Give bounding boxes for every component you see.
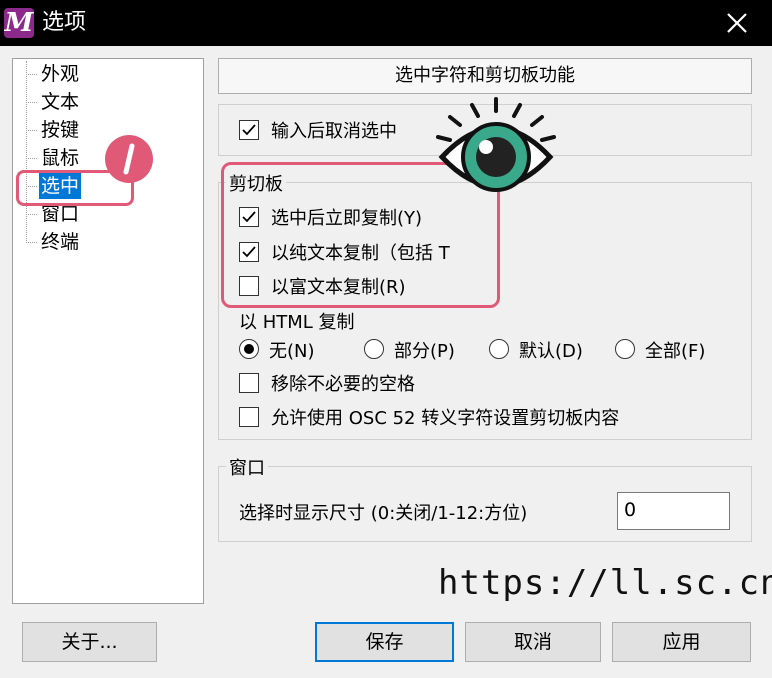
watermark-url: https://ll.sc.cn: [438, 563, 772, 603]
html-partial-radio[interactable]: [364, 339, 384, 359]
tree-connector: [26, 242, 37, 243]
remove-spaces-label: 移除不必要的空格: [271, 374, 415, 395]
window-group-label: 窗口: [226, 454, 268, 480]
html-copy-label: 以 HTML 复制: [239, 312, 355, 333]
tree-item-keys[interactable]: 按键: [39, 117, 81, 143]
pencil-badge-icon: [105, 135, 153, 183]
tree-connector: [26, 74, 37, 75]
title-bar: M 选项: [0, 0, 772, 46]
app-logo-icon: M: [4, 8, 34, 38]
deselect-after-input-checkbox[interactable]: [239, 120, 259, 140]
tree-item-text[interactable]: 文本: [39, 89, 81, 115]
html-none-label: 无(N): [269, 341, 315, 362]
tree-connector: [26, 102, 37, 103]
allow-osc52-checkbox[interactable]: [239, 407, 259, 427]
tree-item-mouse[interactable]: 鼠标: [39, 145, 81, 171]
about-button[interactable]: 关于...: [22, 622, 157, 662]
tree-connector: [26, 130, 37, 131]
tree-connector: [26, 158, 37, 159]
size-display-input[interactable]: 0: [617, 492, 730, 530]
deselect-after-input-label: 输入后取消选中: [271, 121, 397, 142]
options-window: M 选项 外观 文本 按键 鼠标 选中 窗口 终端 选中字符和剪切板功能 输入后…: [0, 0, 772, 678]
radio-dot-icon: [244, 344, 254, 354]
tree-connector: [26, 214, 37, 215]
tree-connector: [26, 61, 27, 243]
checkmark-icon: [242, 124, 256, 136]
allow-osc52-label: 允许使用 OSC 52 转义字符设置剪切板内容: [271, 408, 620, 429]
eye-logo-icon: [432, 95, 560, 201]
html-none-radio[interactable]: [239, 339, 259, 359]
section-header: 选中字符和剪切板功能: [218, 58, 752, 94]
save-button[interactable]: 保存: [315, 622, 454, 662]
apply-button[interactable]: 应用: [612, 622, 751, 662]
window-title: 选项: [42, 10, 87, 35]
close-icon: [727, 13, 747, 33]
cancel-button[interactable]: 取消: [465, 622, 601, 662]
html-full-label: 全部(F): [645, 341, 706, 362]
annotation-badge: [104, 134, 154, 184]
size-display-label: 选择时显示尺寸 (0:关闭/1-12:方位): [239, 503, 528, 524]
tree-item-terminal[interactable]: 终端: [39, 229, 81, 255]
html-default-label: 默认(D): [519, 341, 583, 362]
html-partial-label: 部分(P): [394, 341, 455, 362]
html-default-radio[interactable]: [489, 339, 509, 359]
tree-item-appearance[interactable]: 外观: [39, 61, 81, 87]
html-full-radio[interactable]: [615, 339, 635, 359]
remove-spaces-checkbox[interactable]: [239, 373, 259, 393]
close-button[interactable]: [720, 6, 754, 40]
